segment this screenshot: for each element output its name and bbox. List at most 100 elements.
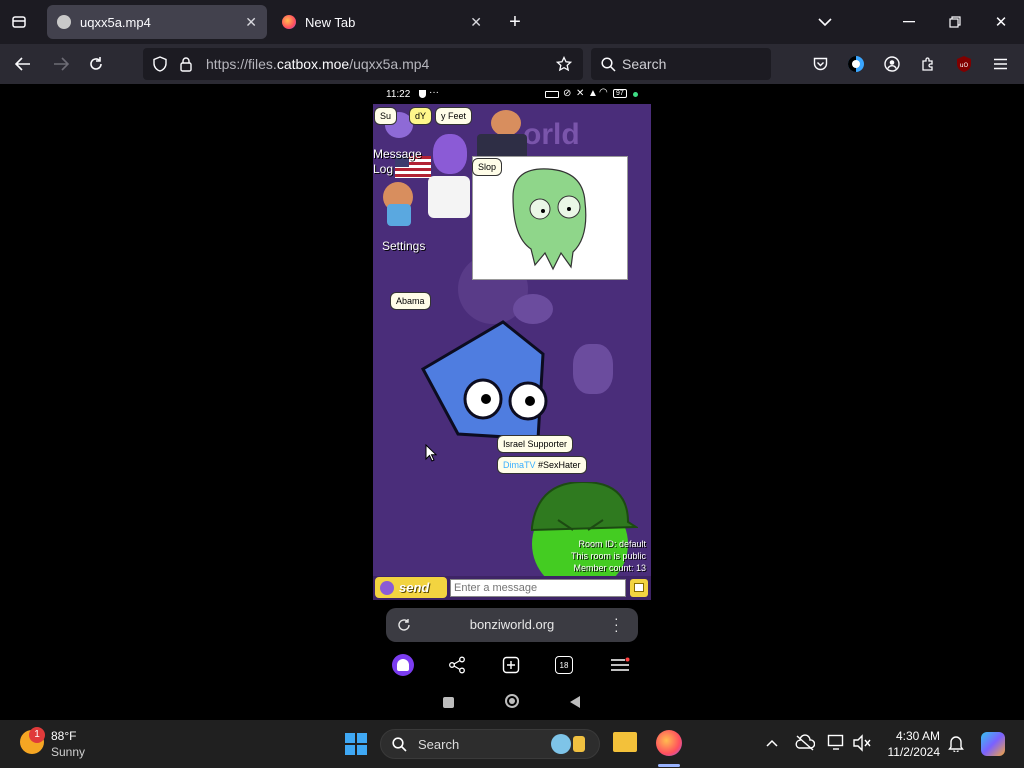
bonziworld-logo: orld — [523, 118, 580, 151]
url-path: /uqxx5a.mp4 — [349, 56, 430, 72]
member-count: Member count: 13 — [573, 563, 646, 573]
speech-bubble-slop: Slop — [472, 158, 503, 176]
close-tab-icon[interactable]: ✕ — [470, 14, 482, 31]
image-upload-button[interactable] — [630, 579, 648, 597]
url-text[interactable]: https://files.catbox.moe/uqxx5a.mp4 — [206, 56, 429, 72]
menu-log: Log — [373, 162, 394, 176]
room-public: This room is public — [570, 551, 646, 561]
show-hidden-icons-chevron[interactable] — [766, 739, 778, 747]
mobile-more-icon[interactable]: · · · — [614, 611, 619, 637]
dimatv-name: DimaTV — [503, 460, 536, 470]
send-button[interactable]: send — [375, 577, 447, 598]
recents-square-icon[interactable] — [443, 697, 454, 708]
speech-bubble-dy: dY — [409, 107, 433, 125]
recording-dot-icon — [633, 92, 638, 97]
tab-count-icon[interactable]: 18 — [555, 656, 573, 674]
taskbar-search-icon — [392, 737, 407, 752]
blue-square-character[interactable] — [418, 319, 558, 449]
tab-new-tab[interactable]: New Tab ✕ — [272, 5, 492, 39]
bonziworld-game-area[interactable]: orld Su dY y Feet Message Log Settings S… — [373, 104, 651, 576]
shield-status-icon — [419, 90, 426, 98]
shield-icon[interactable] — [150, 54, 170, 74]
tab-label: uqxx5a.mp4 — [80, 14, 151, 30]
minimize-icon[interactable] — [898, 11, 920, 33]
new-tab-plus-icon[interactable]: + — [504, 11, 526, 33]
settings-menu[interactable]: Settings — [382, 239, 425, 253]
notification-bell-icon[interactable] — [948, 734, 964, 752]
dimatv-message: #SexHater — [538, 460, 581, 470]
home-circle-icon[interactable] — [505, 694, 519, 708]
weather-badge: 1 — [29, 727, 45, 743]
network-display-icon[interactable] — [827, 734, 847, 752]
share-icon[interactable] — [448, 656, 466, 674]
message-input[interactable] — [450, 579, 626, 597]
url-prefix: https://files. — [206, 56, 277, 72]
bonzi-send-icon — [380, 580, 394, 595]
dark-reader-icon[interactable] — [845, 53, 867, 75]
phone-status-bar: 11:22 ··· ⊘ ✕ ▲ ◠ 97 — [373, 86, 651, 104]
mobile-menu-icon[interactable] — [610, 657, 630, 673]
taskbar-search-box[interactable]: Search — [380, 729, 600, 759]
address-bar[interactable]: https://files.catbox.moe/uqxx5a.mp4 — [143, 48, 583, 80]
clock-time[interactable]: 4:30 AM — [880, 729, 940, 743]
firefox-taskbar-icon[interactable] — [656, 730, 682, 756]
lock-icon[interactable] — [176, 54, 196, 74]
windows-taskbar: 1 88°F Sunny Search 4:30 AM 11/2/2024 — [0, 720, 1024, 768]
forward-arrow-icon[interactable] — [50, 53, 72, 75]
pocket-icon[interactable] — [809, 53, 831, 75]
more-dots-icon: ··· — [429, 87, 439, 98]
reload-icon[interactable] — [85, 53, 107, 75]
mobile-url-text: bonziworld.org — [469, 617, 555, 632]
send-label: send — [399, 580, 430, 595]
battery-icon: 97 — [613, 89, 627, 98]
restore-icon[interactable] — [944, 11, 966, 33]
character-top-right[interactable] — [491, 110, 521, 136]
back-triangle-icon[interactable] — [569, 695, 581, 709]
onedrive-offline-icon[interactable] — [795, 734, 815, 752]
speech-bubble-su: Su — [374, 107, 398, 125]
browser-home-icon[interactable] — [392, 654, 414, 676]
list-all-tabs-icon[interactable] — [8, 11, 30, 33]
speech-bubble-abama: Abama — [390, 292, 431, 310]
file-explorer-icon[interactable] — [613, 732, 637, 752]
bookmark-star-icon[interactable] — [554, 54, 574, 74]
ublock-origin-icon[interactable]: uO — [953, 53, 975, 75]
weather-temp[interactable]: 88°F — [51, 729, 76, 743]
background-flower-decoration — [573, 344, 613, 394]
back-arrow-icon[interactable] — [12, 53, 34, 75]
firefox-favicon-icon — [282, 15, 296, 29]
taskbar-search-placeholder: Search — [418, 737, 460, 752]
speaker-muted-icon[interactable] — [852, 734, 872, 752]
windows-start-icon[interactable] — [345, 733, 367, 755]
tab-label: New Tab — [305, 14, 356, 30]
message-log-menu[interactable]: Message Log — [373, 147, 422, 177]
speech-bubble-israel-supporter: Israel Supporter — [497, 435, 574, 453]
mouse-cursor-icon — [425, 444, 437, 462]
tab-overflow-chevron-icon[interactable] — [814, 11, 836, 33]
status-time: 11:22 — [386, 89, 411, 100]
clock-date[interactable]: 11/2/2024 — [876, 745, 941, 759]
alarm-off-icon: ⊘ — [563, 88, 572, 99]
copilot-icon[interactable] — [981, 732, 1005, 756]
mute-icon: ✕ — [576, 88, 585, 99]
extensions-puzzle-icon[interactable] — [917, 53, 939, 75]
account-icon[interactable] — [881, 53, 903, 75]
close-window-icon[interactable]: ✕ — [990, 11, 1012, 33]
menu-message: Message — [373, 147, 422, 161]
search-bar[interactable]: Search — [591, 48, 771, 80]
weather-desc[interactable]: Sunny — [51, 745, 85, 759]
video-favicon-icon — [57, 15, 71, 29]
mobile-address-bar[interactable]: bonziworld.org · · · — [386, 608, 638, 642]
hamburger-menu-icon[interactable] — [989, 53, 1011, 75]
svg-text:uO: uO — [960, 62, 969, 69]
bonzi-character-purple[interactable] — [433, 134, 467, 174]
speech-bubble-feet: y Feet — [435, 107, 473, 125]
tab-bar: uqxx5a.mp4 ✕ New Tab ✕ + ✕ — [0, 0, 1024, 44]
url-domain: catbox.moe — [276, 56, 350, 72]
android-nav-bar — [373, 686, 651, 718]
new-tab-icon[interactable] — [502, 656, 520, 674]
speech-bubble-dimatv: DimaTV #SexHater — [497, 456, 587, 474]
tab-uqxx5a[interactable]: uqxx5a.mp4 ✕ — [47, 5, 267, 39]
room-info: Room ID: default This room is public Mem… — [571, 538, 646, 574]
close-tab-icon[interactable]: ✕ — [245, 14, 257, 31]
